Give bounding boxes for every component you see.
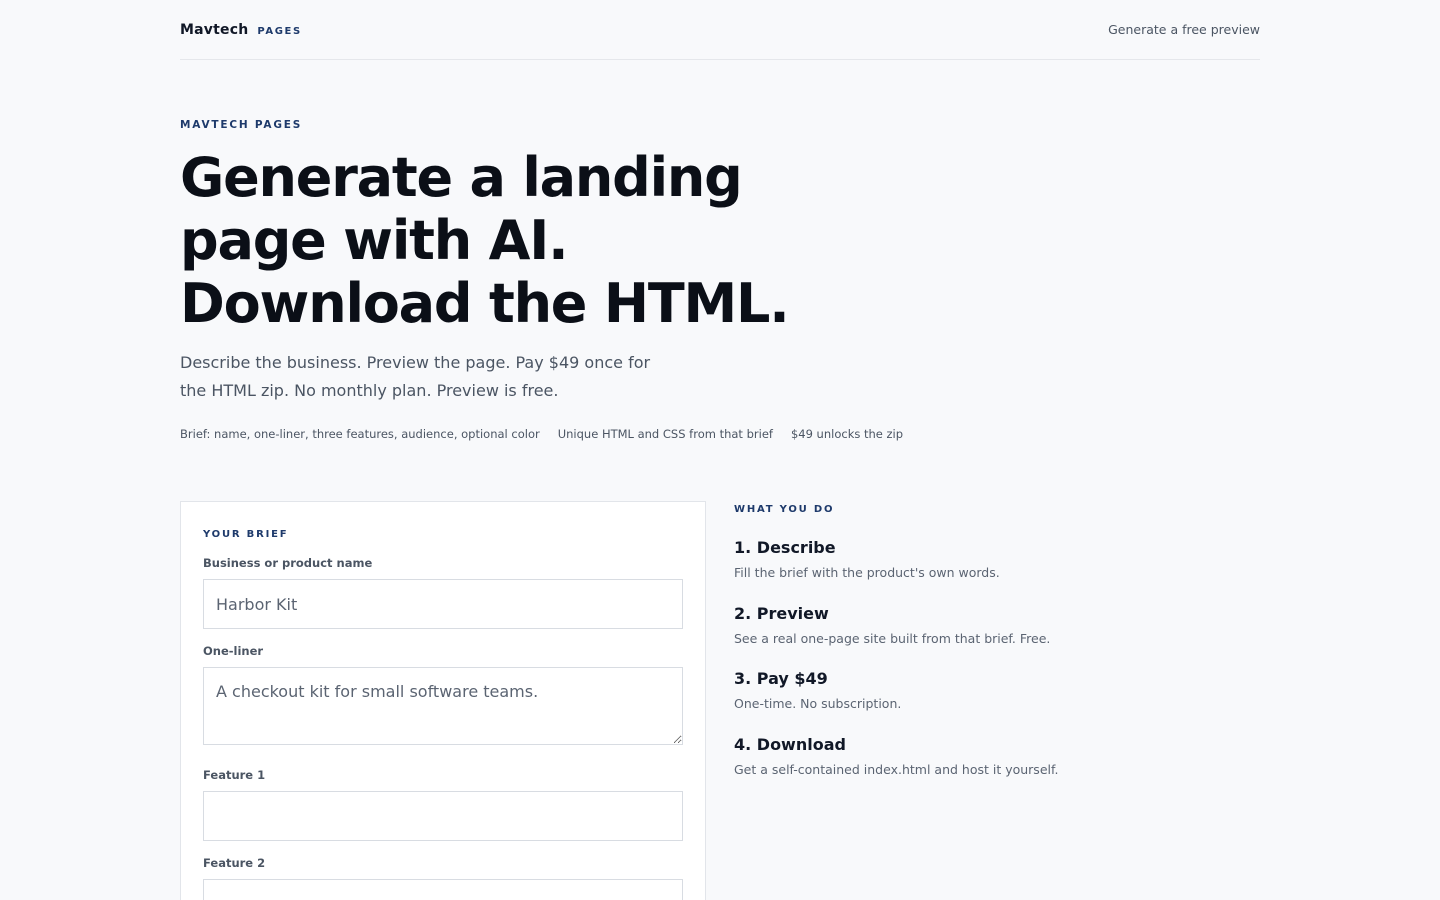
step-desc: One-time. No subscription. (734, 696, 902, 711)
step-pay: 3. Pay $49 One-time. No subscription. (734, 669, 901, 711)
step-title: 1. Describe (734, 538, 836, 557)
top-nav: Mavtech PAGES Generate a free preview (180, 0, 1260, 60)
step-desc: Get a self-contained index.html and host… (734, 762, 1059, 777)
oneliner-textarea[interactable] (203, 667, 683, 745)
brand-logo[interactable]: Mavtech PAGES (180, 22, 302, 38)
feature-1-input[interactable] (203, 791, 683, 841)
brief-eyebrow: YOUR BRIEF (203, 529, 289, 540)
name-label: Business or product name (203, 556, 373, 570)
chip-unique-html: Unique HTML and CSS from that brief (557, 427, 773, 441)
title-line-1: Generate a landing (180, 146, 743, 209)
feature-chips: Brief: name, one-liner, three features, … (180, 427, 903, 441)
brief-form: YOUR BRIEF Business or product name One-… (180, 501, 706, 900)
oneliner-label: One-liner (203, 644, 264, 658)
step-title: 4. Download (734, 735, 846, 754)
brand-name: Mavtech (180, 21, 249, 38)
step-desc: See a real one-page site built from that… (734, 631, 1051, 646)
landing-page: Mavtech PAGES Generate a free preview MA… (0, 0, 1440, 900)
brand-tag: PAGES (257, 25, 302, 37)
chip-price: $49 unlocks the zip (790, 427, 904, 441)
hero-subtitle: Describe the business. Preview the page.… (180, 353, 651, 400)
step-desc: Fill the brief with the product's own wo… (734, 565, 1000, 580)
feature-2-label: Feature 2 (203, 856, 266, 870)
feature-1-label: Feature 1 (203, 768, 266, 782)
title-line-3: Download the HTML. (180, 272, 790, 335)
free-preview-link[interactable]: Generate a free preview (1108, 22, 1260, 37)
page-title: Generate a landing page with AI. Downloa… (180, 146, 820, 335)
chip-brief: Brief: name, one-liner, three features, … (180, 427, 540, 441)
step-title: 2. Preview (734, 604, 829, 623)
step-download: 4. Download Get a self-contained index.h… (734, 735, 1058, 777)
steps-eyebrow: WHAT YOU DO (734, 504, 835, 515)
name-input[interactable] (203, 579, 683, 629)
step-describe: 1. Describe Fill the brief with the prod… (734, 538, 1000, 580)
hero-eyebrow: MAVTECH PAGES (180, 119, 303, 131)
title-line-2: page with AI. (180, 209, 569, 272)
step-preview: 2. Preview See a real one-page site buil… (734, 604, 1050, 646)
step-title: 3. Pay $49 (734, 669, 828, 688)
feature-2-input[interactable] (203, 879, 683, 900)
